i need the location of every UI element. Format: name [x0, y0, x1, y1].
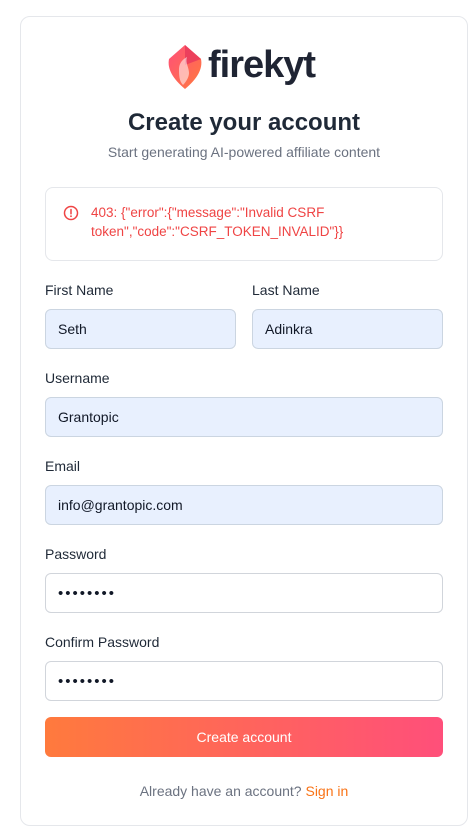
- username-label: Username: [45, 370, 110, 386]
- brand-logo: firekyt: [165, 41, 316, 93]
- error-message: 403: {"error":{"message":"Invalid CSRF t…: [91, 205, 344, 239]
- email-label: Email: [45, 458, 81, 474]
- page-subtitle: Start generating AI-powered affiliate co…: [107, 144, 381, 160]
- brand-name: firekyt: [208, 43, 316, 86]
- last-name-input[interactable]: [252, 309, 443, 349]
- password-input[interactable]: [45, 573, 443, 613]
- flame-logo-icon: [168, 45, 202, 89]
- last-name-label: Last Name: [252, 282, 320, 298]
- page-title: Create your account: [127, 109, 361, 136]
- confirm-password-label: Confirm Password: [45, 634, 160, 650]
- create-account-button[interactable]: Create account: [45, 717, 443, 757]
- signin-prompt-text: Already have an account?: [139, 783, 302, 799]
- first-name-input[interactable]: [45, 309, 236, 349]
- error-alert: 403: {"error":{"message":"Invalid CSRF t…: [45, 187, 443, 261]
- signin-link[interactable]: Sign in: [305, 783, 348, 799]
- confirm-password-input[interactable]: [45, 661, 443, 701]
- signup-card: firekyt Create your account Start genera…: [20, 16, 468, 826]
- username-input[interactable]: [45, 397, 443, 437]
- alert-circle-icon: [63, 205, 79, 221]
- password-label: Password: [45, 546, 107, 562]
- email-input[interactable]: [45, 485, 443, 525]
- first-name-label: First Name: [45, 282, 114, 298]
- signin-prompt: Already have an account? Sign in: [21, 783, 467, 799]
